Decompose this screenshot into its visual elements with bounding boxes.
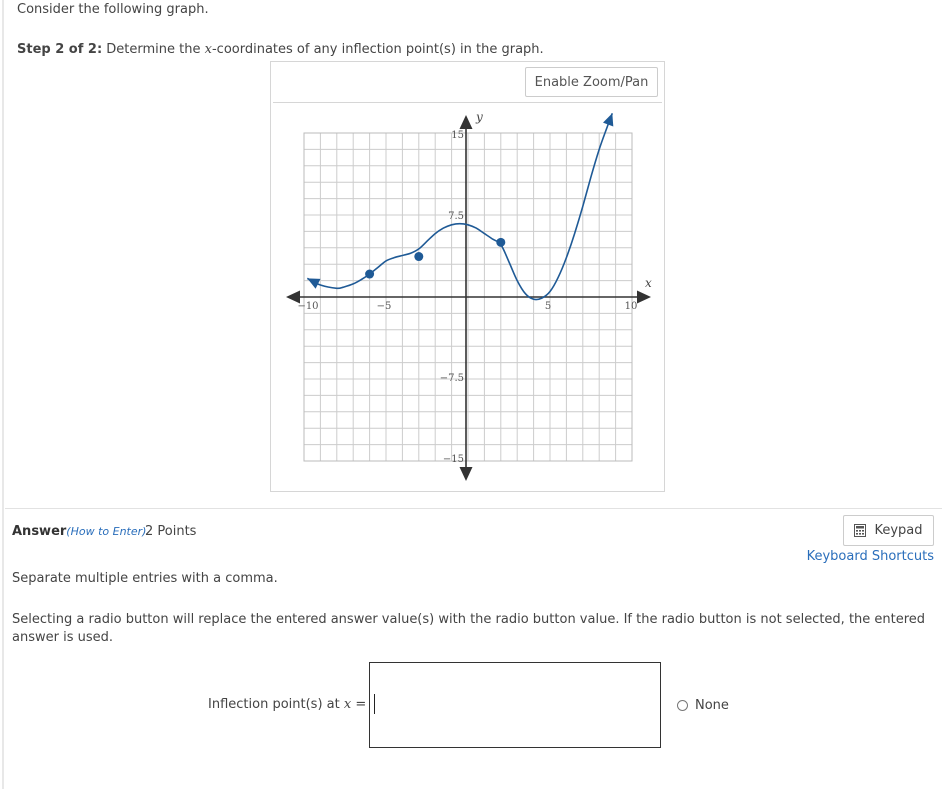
y-tick-15: 15 bbox=[451, 130, 464, 141]
x-tick-5: 5 bbox=[545, 301, 551, 312]
step-variable: x bbox=[204, 42, 212, 57]
x-tick-neg10: −10 bbox=[297, 301, 318, 312]
y-axis-label: y bbox=[475, 110, 483, 124]
closed-point-2 bbox=[414, 252, 424, 262]
none-radio-option[interactable]: None bbox=[677, 698, 729, 713]
keypad-label: Keypad bbox=[874, 523, 923, 538]
inflection-label-text: Inflection point(s) at bbox=[208, 697, 344, 712]
inflection-point-label: Inflection point(s) at x = bbox=[208, 697, 366, 712]
curve-right-arrow bbox=[603, 113, 614, 127]
y-tick-neg7-5: −7.5 bbox=[440, 373, 464, 384]
closed-point-1 bbox=[365, 269, 375, 279]
y-axis-up-arrow bbox=[459, 115, 473, 129]
x-tick-neg5: −5 bbox=[377, 301, 392, 312]
inflection-answer-input[interactable] bbox=[369, 662, 661, 748]
radio-button-note: Selecting a radio button will replace th… bbox=[12, 612, 926, 645]
closed-point-3 bbox=[496, 237, 506, 247]
y-tick-neg15: −15 bbox=[443, 454, 464, 465]
calculator-icon bbox=[854, 524, 867, 537]
keypad-button[interactable]: Keypad bbox=[843, 515, 934, 546]
separate-entries-note: Separate multiple entries with a comma. bbox=[12, 571, 278, 586]
graph-canvas[interactable]: −10 −5 5 10 15 7.5 −7.5 −15 x y bbox=[270, 103, 665, 488]
none-radio-button[interactable] bbox=[677, 700, 688, 711]
question-intro: Consider the following graph. bbox=[17, 2, 209, 17]
y-axis-down-arrow bbox=[459, 467, 473, 481]
step-instruction: Step 2 of 2: Determine the x-coordinates… bbox=[17, 42, 544, 57]
how-to-enter-link[interactable]: (How to Enter) bbox=[66, 525, 146, 538]
x-axis-label: x bbox=[645, 276, 652, 290]
inflection-equals: = bbox=[351, 697, 367, 712]
enable-zoom-pan-button[interactable]: Enable Zoom/Pan bbox=[525, 67, 658, 97]
step-text-pre: Determine the bbox=[106, 42, 205, 57]
step-text-post: -coordinates of any inflection point(s) … bbox=[211, 42, 544, 57]
points-value: 2 Points bbox=[145, 524, 197, 539]
step-label: Step 2 of 2: bbox=[17, 42, 103, 57]
keyboard-shortcuts-link[interactable]: Keyboard Shortcuts bbox=[807, 549, 934, 564]
none-radio-label: None bbox=[695, 698, 729, 713]
y-tick-7-5: 7.5 bbox=[448, 211, 464, 222]
answer-label: Answer bbox=[12, 524, 67, 539]
answer-heading: Answer(How to Enter) bbox=[12, 524, 146, 539]
text-cursor bbox=[374, 694, 375, 714]
x-tick-10: 10 bbox=[625, 301, 638, 312]
left-border bbox=[2, 0, 4, 789]
section-divider bbox=[5, 508, 942, 509]
x-axis-right-arrow bbox=[637, 290, 651, 304]
